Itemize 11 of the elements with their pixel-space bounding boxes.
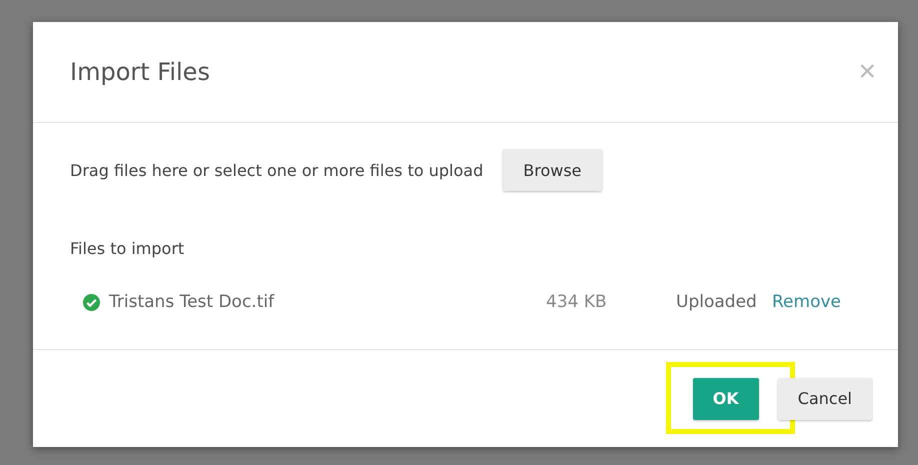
file-size: 434 KB <box>546 292 608 312</box>
remove-link[interactable]: Remove <box>772 292 862 312</box>
cancel-button[interactable]: Cancel <box>778 378 872 420</box>
ok-button[interactable]: OK <box>692 378 759 420</box>
files-heading: Files to import <box>70 239 186 258</box>
instructions-text: Drag files here or select one or more files to upload <box>70 160 484 180</box>
browse-button[interactable]: Browse <box>503 149 602 191</box>
close-button[interactable]: × <box>858 57 876 87</box>
file-status: Uploaded <box>676 292 758 312</box>
dialog-title: Import Files <box>70 58 210 86</box>
file-name: Tristans Test Doc.tif <box>109 292 276 312</box>
